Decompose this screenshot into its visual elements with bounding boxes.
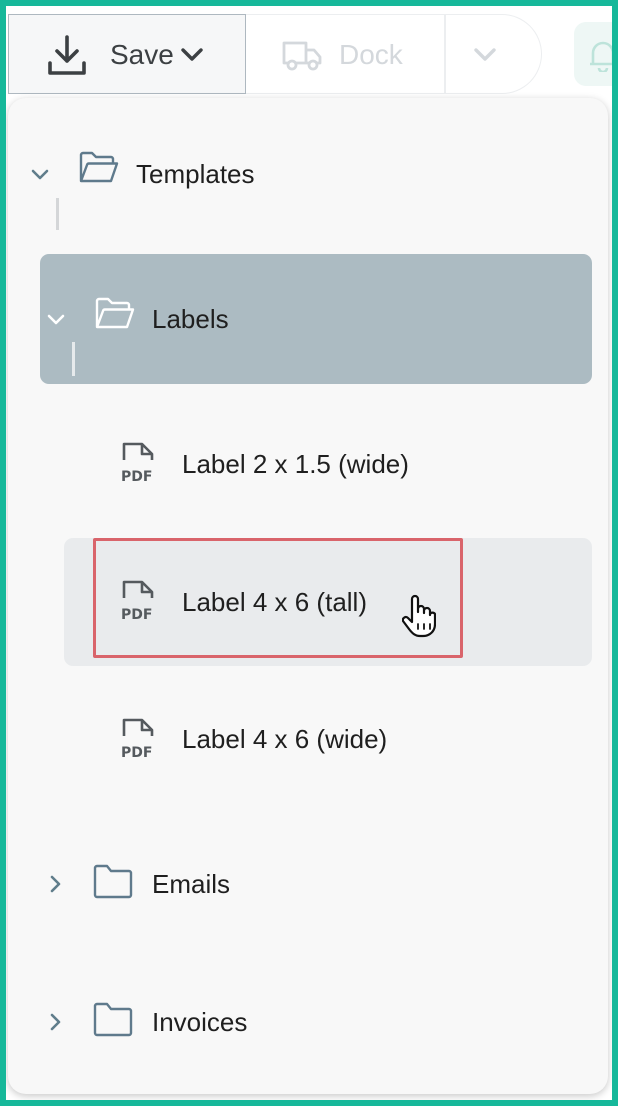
truck-icon	[282, 41, 322, 71]
notifications-button[interactable]	[574, 22, 612, 86]
svg-text:PDF: PDF	[121, 745, 152, 760]
save-button[interactable]: Save	[8, 14, 246, 94]
tree-item-label: Templates	[136, 159, 255, 189]
pdf-file-icon: PDF	[121, 718, 154, 760]
folder-open-icon	[95, 297, 135, 329]
folder-open-icon	[79, 151, 119, 183]
hand-pointer-cursor-icon	[402, 594, 436, 638]
tree-item-label: Label 2 x 1.5 (wide)	[182, 449, 409, 479]
download-icon	[48, 35, 86, 75]
save-dropdown-menu: Templates Labels PDF Label 2 x 1.5 (wide…	[8, 98, 608, 1094]
dock-dropdown-chevron-icon[interactable]	[474, 48, 496, 62]
tree-file-item[interactable]: PDF Label 2 x 1.5 (wide)	[64, 398, 592, 526]
bell-icon	[590, 41, 612, 72]
tree-item-templates[interactable]: Templates	[8, 98, 608, 228]
chevron-down-icon	[181, 48, 203, 61]
tree-item-label: Labels	[152, 304, 229, 334]
tree-item-label: Emails	[152, 869, 231, 899]
dock-button-group: Dock	[246, 14, 542, 94]
tree-item-emails[interactable]: Emails	[8, 818, 608, 948]
tree-item-label: Invoices	[152, 1007, 248, 1037]
folder-icon	[93, 1002, 133, 1037]
save-button-label: Save	[110, 39, 174, 70]
chevron-right-icon[interactable]	[50, 875, 62, 893]
tree-item-invoices[interactable]: Invoices	[8, 956, 608, 1086]
tree-item-labels[interactable]: Labels	[40, 254, 592, 384]
pdf-file-icon: PDF	[121, 442, 154, 484]
chevron-right-icon[interactable]	[50, 1013, 62, 1031]
folder-icon	[93, 864, 133, 899]
chevron-down-icon[interactable]	[47, 314, 65, 326]
tree-guide-line	[56, 198, 59, 230]
app-frame: Save Dock Templates Labels PDF Label 2 x…	[6, 6, 612, 1100]
tree-guide-line	[72, 342, 75, 376]
svg-text:PDF: PDF	[121, 469, 152, 484]
toolbar-divider	[444, 15, 446, 93]
dock-button-label[interactable]: Dock	[339, 39, 403, 71]
chevron-down-icon[interactable]	[31, 169, 49, 181]
tree-file-item[interactable]: PDF Label 4 x 6 (wide)	[64, 674, 592, 802]
tree-item-label: Label 4 x 6 (wide)	[182, 724, 388, 754]
